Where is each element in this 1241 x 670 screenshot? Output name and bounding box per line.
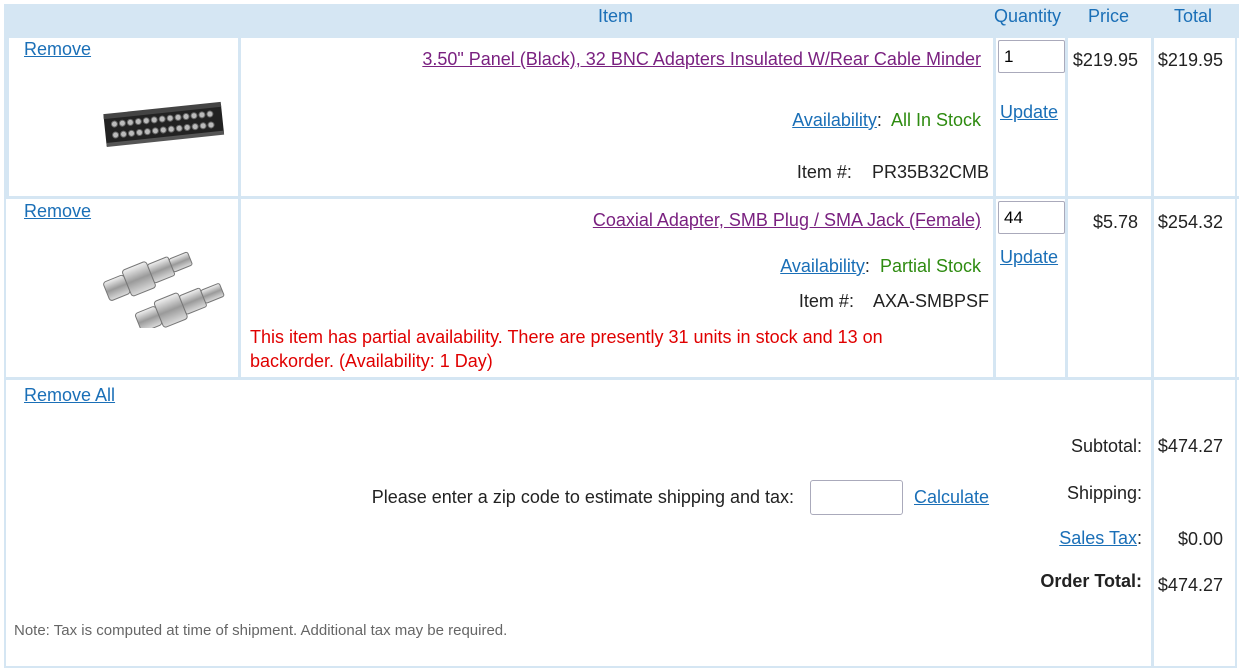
item-number: Item #: AXA-SMBPSF [799, 291, 989, 312]
update-link[interactable]: Update [1000, 102, 1058, 123]
warning-line: backorder. (Availability: 1 Day) [250, 351, 493, 371]
line-total: $219.95 [1157, 50, 1223, 70]
availability-link[interactable]: Availability [792, 110, 877, 130]
sales-tax-colon: : [1136, 528, 1142, 548]
subtotal-value: $474.27 [1157, 436, 1223, 456]
warning-line: This item has partial availability. Ther… [250, 327, 883, 347]
quantity-input[interactable] [998, 40, 1065, 73]
sales-tax-label: Sales Tax: [1059, 528, 1142, 549]
availability-link[interactable]: Availability [780, 256, 865, 276]
availability: Availability: Partial Stock [780, 256, 981, 277]
header-item: Item [598, 6, 634, 26]
tax-note: Note: Tax is computed at time of shipmen… [14, 622, 508, 639]
divider [1065, 38, 1068, 380]
shopping-cart-table: Item Quantity Price Total Remove 3.50" P… [4, 4, 1239, 668]
item-number-value: PR35B32CMB [871, 162, 989, 182]
divider [993, 38, 996, 380]
product-link[interactable]: 3.50" Panel (Black), 32 BNC Adapters Ins… [422, 49, 981, 70]
unit-price: $219.95 [1072, 50, 1138, 70]
availability-colon: : [876, 110, 882, 130]
remove-all-link[interactable]: Remove All [24, 385, 115, 406]
divider [1151, 38, 1154, 668]
unit-price: $5.78 [1092, 212, 1138, 232]
divider [238, 38, 241, 380]
order-total-label: Order Total: [1040, 571, 1142, 591]
shipping-label: Shipping: [1066, 483, 1142, 503]
update-link[interactable]: Update [1000, 247, 1058, 268]
divider [6, 38, 9, 196]
partial-availability-warning: This item has partial availability. Ther… [250, 325, 883, 373]
header-total: Total [1174, 6, 1213, 26]
item-number-label: Item #: [798, 291, 854, 311]
coaxial-adapter-image [103, 251, 225, 328]
header-price: Price [1088, 6, 1130, 26]
order-total-value: $474.27 [1157, 575, 1223, 595]
quantity-input[interactable] [998, 201, 1065, 234]
calculate-link[interactable]: Calculate [914, 487, 989, 508]
zip-prompt: Please enter a zip code to estimate ship… [371, 487, 794, 507]
row-divider [6, 196, 1239, 199]
zip-code-input[interactable] [810, 480, 903, 515]
cart-header: Item Quantity Price Total [6, 4, 1239, 38]
line-total: $254.32 [1157, 212, 1223, 232]
row-divider [6, 377, 1239, 380]
availability: Availability: All In Stock [792, 110, 981, 131]
product-link[interactable]: Coaxial Adapter, SMB Plug / SMA Jack (Fe… [593, 210, 981, 231]
sales-tax-value: $0.00 [1177, 529, 1223, 549]
subtotal-label: Subtotal: [1070, 436, 1142, 456]
item-number-label: Item #: [796, 162, 852, 182]
sales-tax-link[interactable]: Sales Tax [1059, 528, 1137, 548]
remove-link[interactable]: Remove [24, 201, 91, 222]
bnc-patch-panel-image [103, 101, 225, 147]
header-quantity: Quantity [994, 6, 1062, 26]
availability-status: All In Stock [890, 110, 981, 130]
remove-link[interactable]: Remove [24, 39, 91, 60]
item-number-value: AXA-SMBPSF [872, 291, 989, 311]
availability-status: Partial Stock [879, 256, 981, 276]
item-number: Item #: PR35B32CMB [797, 162, 989, 183]
availability-colon: : [864, 256, 870, 276]
